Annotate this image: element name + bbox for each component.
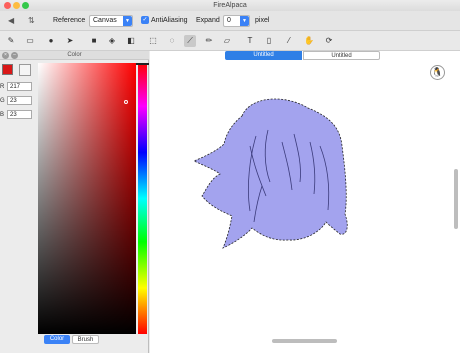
antialiasing-checkbox[interactable]: ✓ bbox=[141, 16, 149, 24]
primary-color-swatch[interactable] bbox=[2, 64, 13, 75]
title-bar: FireAlpaca bbox=[0, 0, 460, 11]
expand-select-value: 0 bbox=[227, 17, 231, 24]
color-panel: × – Color R 217 G 23 B 23 Color Brush bbox=[0, 51, 149, 353]
tools-toolbar: ✎ ▭ ● ➤ ■ ◈ ◧ ⬚ ◌ ⟋ ✏ ▱ T ▯ ⁄ ✋ ⟳ bbox=[0, 31, 460, 51]
chevron-down-icon: ▼ bbox=[240, 16, 249, 26]
hair-selection-drawing[interactable] bbox=[190, 86, 370, 266]
r-label: R bbox=[0, 84, 5, 90]
fill-rect-tool-icon[interactable]: ■ bbox=[88, 35, 100, 47]
pixel-unit-label: pixel bbox=[255, 17, 270, 24]
saturation-value-picker[interactable] bbox=[38, 63, 136, 334]
lasso-tool-icon[interactable]: ◌ bbox=[166, 35, 178, 47]
close-window-button[interactable] bbox=[4, 2, 11, 9]
select-rect-tool-icon[interactable]: ⬚ bbox=[147, 35, 159, 47]
magic-wand-tool-icon[interactable]: ⟋ bbox=[184, 35, 196, 47]
document-tabs: Untitled Untitled bbox=[225, 51, 380, 60]
select-pen-tool-icon[interactable]: ✏ bbox=[203, 35, 215, 47]
g-label: G bbox=[0, 98, 5, 104]
r-value-field[interactable]: 217 bbox=[7, 82, 32, 91]
options-toolbar: ◀ ⇅ Reference Canvas ▼ ✓ AntiAliasing Ex… bbox=[0, 11, 460, 31]
expand-label: Expand bbox=[196, 17, 220, 24]
eyedropper-tool-icon[interactable]: ⁄ bbox=[283, 35, 295, 47]
window-title: FireAlpaca bbox=[213, 2, 247, 9]
minimize-window-button[interactable] bbox=[13, 2, 20, 9]
g-value-field[interactable]: 23 bbox=[7, 96, 32, 105]
text-tool-icon[interactable]: T bbox=[244, 35, 256, 47]
b-label: B bbox=[0, 112, 5, 118]
select-eraser-tool-icon[interactable]: ▱ bbox=[221, 35, 233, 47]
collapse-panel-icon[interactable]: – bbox=[11, 52, 18, 59]
hand-tool-icon[interactable]: ✋ bbox=[303, 35, 315, 47]
antialiasing-label: AntiAliasing bbox=[151, 17, 188, 24]
hair-selection-shape bbox=[192, 98, 348, 249]
dot-tool-icon[interactable]: ● bbox=[45, 35, 57, 47]
bucket-tool-icon[interactable]: ◈ bbox=[106, 35, 118, 47]
expand-select[interactable]: 0 ▼ bbox=[223, 15, 250, 27]
canvas-area[interactable]: Untitled Untitled 🐧 bbox=[150, 51, 460, 353]
chevron-down-icon: ▼ bbox=[123, 16, 132, 26]
saturation-value-marker[interactable] bbox=[124, 100, 128, 104]
gradient-tool-icon[interactable]: ◧ bbox=[125, 35, 137, 47]
color-panel-title: Color bbox=[67, 52, 82, 58]
reference-select[interactable]: Canvas ▼ bbox=[89, 15, 133, 27]
hue-slider-handle[interactable] bbox=[136, 63, 149, 65]
reference-select-value: Canvas bbox=[93, 17, 117, 24]
close-panel-icon[interactable]: × bbox=[2, 52, 9, 59]
document-tab-active[interactable]: Untitled bbox=[225, 51, 302, 60]
vertical-scrollbar[interactable] bbox=[454, 169, 458, 229]
rotate-tool-icon[interactable]: ⟳ bbox=[323, 35, 335, 47]
move-tool-icon[interactable]: ➤ bbox=[64, 35, 76, 47]
frame-divider-tool-icon[interactable]: ▯ bbox=[263, 35, 275, 47]
color-panel-header: × – Color bbox=[0, 51, 149, 60]
reference-label: Reference bbox=[53, 17, 86, 24]
flip-horizontal-icon[interactable]: ◀ bbox=[8, 16, 14, 25]
penguin-avatar-icon: 🐧 bbox=[430, 65, 445, 80]
document-tab-inactive[interactable]: Untitled bbox=[303, 51, 380, 60]
brush-tool-icon[interactable]: ✎ bbox=[5, 35, 17, 47]
horizontal-scrollbar[interactable] bbox=[272, 339, 337, 343]
hue-slider[interactable] bbox=[138, 63, 147, 334]
secondary-color-swatch[interactable] bbox=[19, 64, 31, 76]
tab-brush[interactable]: Brush bbox=[72, 335, 99, 344]
b-value-field[interactable]: 23 bbox=[7, 110, 32, 119]
eraser-tool-icon[interactable]: ▭ bbox=[24, 35, 36, 47]
flip-vertical-icon[interactable]: ⇅ bbox=[28, 16, 35, 25]
maximize-window-button[interactable] bbox=[22, 2, 29, 9]
tab-color[interactable]: Color bbox=[44, 335, 70, 344]
